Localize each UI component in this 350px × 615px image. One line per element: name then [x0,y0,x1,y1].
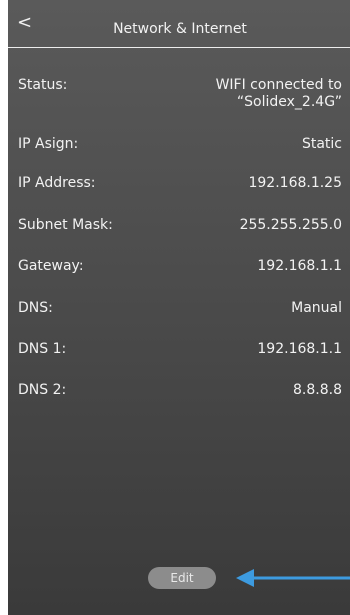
page-title: Network & Internet [113,21,247,37]
edit-button[interactable]: Edit [148,567,216,589]
arrow-left-icon [236,569,350,587]
gateway-label: Gateway: [18,258,84,274]
header-bar: < Network & Internet [8,0,350,48]
ip-assign-value: Static [301,136,342,152]
ip-address-value: 192.168.1.25 [248,175,342,191]
dns2-label: DNS 2: [18,382,67,398]
dns2-value: 8.8.8.8 [293,382,342,398]
status-value-line2: “Solidex_2.4G” [236,94,342,110]
status-label: Status: [18,77,68,93]
dns1-value: 192.168.1.1 [257,341,342,357]
dns-mode-label: DNS: [18,300,53,316]
ip-address-label: IP Address: [18,175,96,191]
network-settings-screen: < Network & Internet Status: WIFI connec… [8,0,350,615]
dns1-label: DNS 1: [18,341,67,357]
header-divider [8,47,350,48]
status-value-line1: WIFI connected to [215,77,342,93]
dns-mode-value: Manual [291,300,342,316]
gateway-value: 192.168.1.1 [257,258,342,274]
ip-assign-label: IP Asign: [18,136,79,152]
subnet-mask-label: Subnet Mask: [18,217,113,233]
subnet-mask-value: 255.255.255.0 [239,217,342,233]
